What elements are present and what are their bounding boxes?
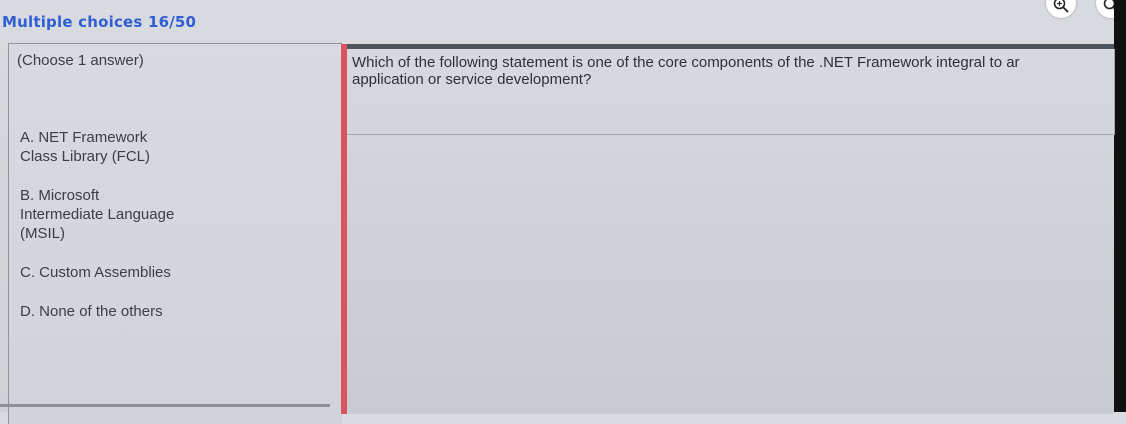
option-b-line-3: (MSIL) — [20, 225, 65, 242]
option-c[interactable]: C. Custom Assemblies — [20, 263, 280, 282]
bottom-divider — [0, 404, 330, 407]
top-toolbar — [1026, 0, 1126, 24]
answer-instruction: (Choose 1 answer) — [17, 52, 144, 69]
question-text: Which of the following statement is one … — [352, 54, 1112, 88]
option-a-line-1: A. NET Framework — [20, 129, 148, 146]
question-line-1: Which of the following statement is one … — [352, 54, 1020, 71]
question-line-2: application or service development? — [352, 71, 592, 88]
option-b-line-1: B. Microsoft — [20, 187, 100, 204]
option-a[interactable]: A. NET Framework Class Library (FCL) — [20, 128, 280, 166]
option-b[interactable]: B. Microsoft Intermediate Language (MSIL… — [20, 186, 280, 243]
zoom-in-icon[interactable] — [1046, 0, 1076, 18]
question-panel: Which of the following statement is one … — [347, 44, 1115, 414]
option-a-line-2: Class Library (FCL) — [20, 148, 151, 165]
option-d[interactable]: D. None of the others — [20, 302, 280, 321]
option-d-line-1: D. None of the others — [20, 303, 163, 320]
option-b-line-2: Intermediate Language — [20, 206, 175, 223]
question-box: Which of the following statement is one … — [347, 49, 1115, 135]
answer-panel: (Choose 1 answer) A. NET Framework Class… — [8, 43, 342, 424]
screen-edge — [1114, 0, 1126, 412]
page-title: Multiple choices 16/50 — [2, 13, 197, 31]
option-c-line-1: C. Custom Assemblies — [20, 264, 171, 281]
